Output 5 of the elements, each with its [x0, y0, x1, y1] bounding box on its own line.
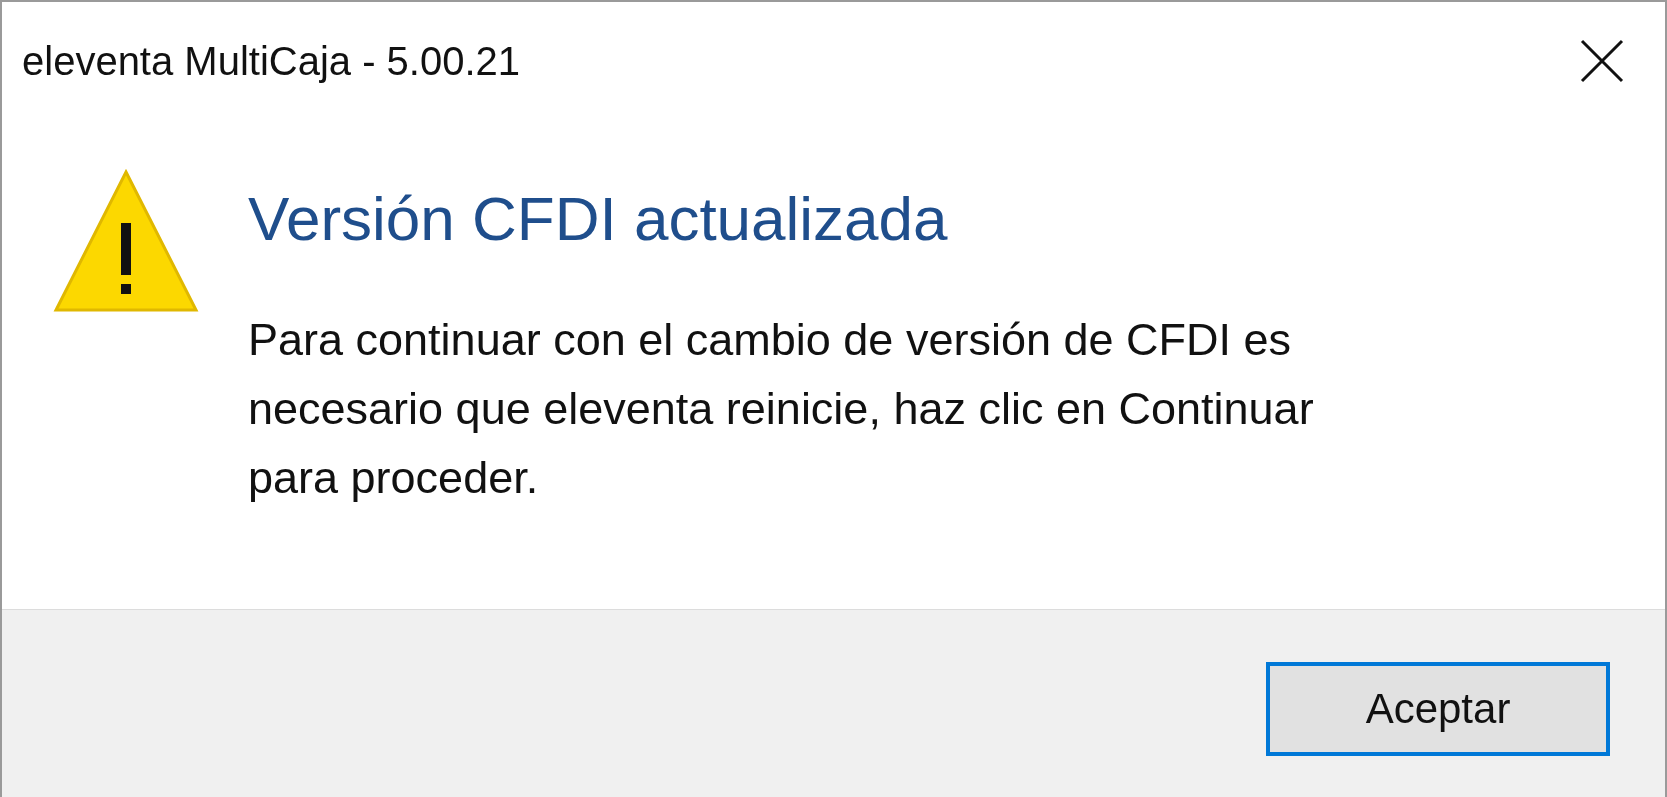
close-icon[interactable]	[1579, 38, 1625, 84]
message-text: Para continuar con el cambio de versión de CFDI es necesario que eleventa reinicie, haz clic en Continuar para proceder.	[248, 313, 1315, 505]
window-title: eleventa MultiCaja - 5.00.21	[22, 38, 521, 85]
message-heading: Versión CFDI actualizada	[248, 183, 949, 255]
accept-button[interactable]: Aceptar	[1266, 661, 1610, 756]
